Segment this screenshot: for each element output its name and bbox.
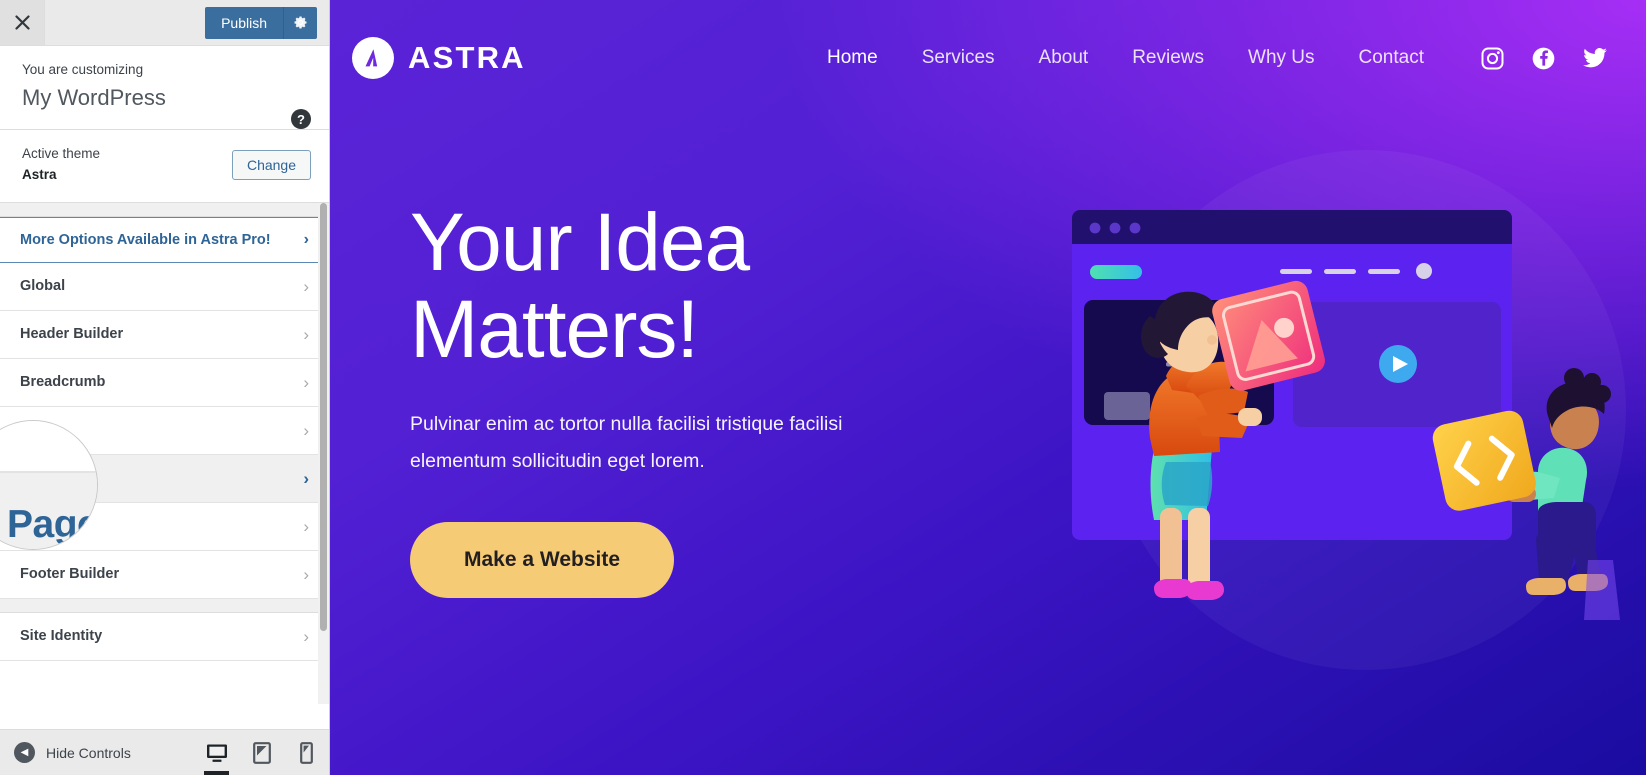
hero-section: Your Idea Matters! Pulvinar enim ac tort… xyxy=(330,116,1646,598)
sidebar-item-site-identity[interactable]: Site Identity › xyxy=(0,612,329,661)
chevron-right-icon: › xyxy=(303,468,309,488)
sidebar-item-label: Footer Builder xyxy=(20,566,120,583)
customizer-screen: Publish You are customizing My WordPress… xyxy=(0,0,1646,775)
device-preview-group xyxy=(194,730,329,775)
make-a-website-button[interactable]: Make a Website xyxy=(410,521,675,598)
customizer-panel-list: More Options Available in Astra Pro! › G… xyxy=(0,202,329,704)
nav-item-services[interactable]: Services xyxy=(900,47,1017,69)
sidebar-item-obscured-upper[interactable]: › xyxy=(0,406,329,455)
instagram-icon[interactable] xyxy=(1480,46,1505,71)
panel-list-gap-2 xyxy=(0,598,329,613)
customizer-sidebar: Publish You are customizing My WordPress… xyxy=(0,0,330,775)
sidebar-item-label: Site Identity xyxy=(20,628,103,645)
nav-item-why-us[interactable]: Why Us xyxy=(1226,47,1337,69)
sidebar-item-header-builder[interactable]: Header Builder › xyxy=(0,310,329,359)
chevron-right-icon: › xyxy=(303,626,309,646)
hide-controls-button[interactable]: ◀ Hide Controls xyxy=(0,742,194,763)
close-icon[interactable] xyxy=(0,0,45,45)
chevron-right-icon: › xyxy=(303,324,309,344)
sidebar-item-label: Global xyxy=(20,278,66,295)
publish-group: Publish xyxy=(205,0,329,45)
mobile-icon[interactable] xyxy=(284,730,329,775)
chevron-right-icon: › xyxy=(303,230,309,248)
astra-pro-label: More Options Available in Astra Pro! xyxy=(20,231,271,248)
sidebar-item-obscured-lower[interactable]: › xyxy=(0,502,329,551)
sidebar-item-label: Breadcrumb xyxy=(20,374,106,391)
customizer-topbar: Publish xyxy=(0,0,329,46)
site-primary-nav: Home Services About Reviews Why Us Conta… xyxy=(805,45,1608,71)
sidebar-scrollbar-thumb[interactable] xyxy=(320,202,327,631)
hero-heading: Your Idea Matters! xyxy=(410,197,750,375)
customizing-label: You are customizing xyxy=(22,62,144,77)
chevron-right-icon: › xyxy=(303,516,309,536)
sidebar-item-label: Header Builder xyxy=(20,326,124,343)
desktop-icon[interactable] xyxy=(194,730,239,775)
sidebar-item-footer-builder[interactable]: Footer Builder › xyxy=(0,550,329,599)
site-header: ASTRA Home Services About Reviews Why Us… xyxy=(330,0,1646,116)
sidebar-item-page[interactable]: Page › xyxy=(0,454,329,503)
chevron-right-icon: › xyxy=(303,420,309,440)
active-theme-name: Astra xyxy=(22,166,57,182)
sidebar-item-label: Page xyxy=(20,470,55,487)
hide-controls-label: Hide Controls xyxy=(46,744,131,761)
publish-button[interactable]: Publish xyxy=(205,6,283,39)
hero-subtitle: Pulvinar enim ac tortor nulla facilisi t… xyxy=(410,412,843,472)
site-logo[interactable]: ASTRA xyxy=(352,37,526,79)
hero-content: Your Idea Matters! Pulvinar enim ac tort… xyxy=(410,116,970,598)
chevron-right-icon: › xyxy=(303,276,309,296)
sidebar-item-breadcrumb[interactable]: Breadcrumb › xyxy=(0,358,329,407)
chevron-right-icon: › xyxy=(303,372,309,392)
astra-pro-upsell[interactable]: More Options Available in Astra Pro! › xyxy=(0,216,329,263)
site-brand-name: ASTRA xyxy=(408,40,526,75)
nav-item-about[interactable]: About xyxy=(1017,47,1111,69)
panel-list-gap xyxy=(0,202,329,217)
chevron-left-icon: ◀ xyxy=(14,742,35,763)
chevron-right-icon: › xyxy=(303,564,309,584)
page-title: My WordPress xyxy=(22,85,166,111)
sidebar-scroll-track[interactable] xyxy=(318,202,329,704)
facebook-icon[interactable] xyxy=(1531,46,1556,71)
change-theme-button[interactable]: Change xyxy=(231,149,311,180)
sidebar-item-global[interactable]: Global › xyxy=(0,262,329,311)
astra-logo-icon xyxy=(352,37,394,79)
help-icon[interactable]: ? xyxy=(291,109,311,129)
social-links xyxy=(1480,45,1608,71)
active-theme-section: Active theme Astra Change xyxy=(0,130,329,203)
active-theme-label: Active theme xyxy=(22,145,101,161)
nav-item-contact[interactable]: Contact xyxy=(1337,47,1446,69)
nav-item-home[interactable]: Home xyxy=(805,47,900,69)
twitter-icon[interactable] xyxy=(1582,45,1608,71)
site-preview-frame: ASTRA Home Services About Reviews Why Us… xyxy=(330,0,1646,775)
gear-icon[interactable] xyxy=(283,6,317,39)
customizing-section: You are customizing My WordPress ? xyxy=(0,46,329,130)
active-theme-text: Active theme Astra xyxy=(22,144,100,186)
tablet-icon[interactable] xyxy=(239,730,284,775)
nav-item-reviews[interactable]: Reviews xyxy=(1110,47,1226,69)
customizer-footer: ◀ Hide Controls xyxy=(0,729,329,775)
